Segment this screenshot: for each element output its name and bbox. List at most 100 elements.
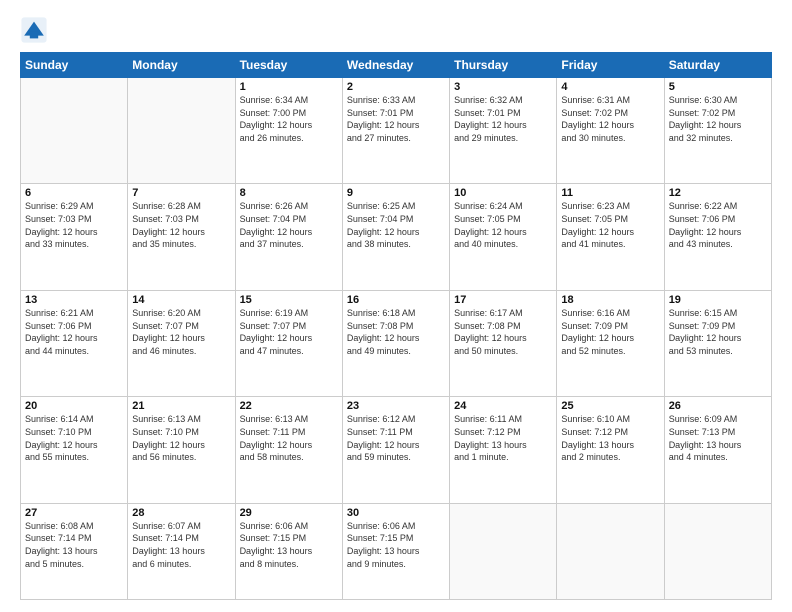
day-info: Sunrise: 6:24 AM Sunset: 7:05 PM Dayligh… (454, 200, 552, 250)
calendar-week-row: 1Sunrise: 6:34 AM Sunset: 7:00 PM Daylig… (21, 78, 772, 184)
day-info: Sunrise: 6:26 AM Sunset: 7:04 PM Dayligh… (240, 200, 338, 250)
day-number: 24 (454, 400, 552, 412)
day-number: 29 (240, 507, 338, 519)
calendar-cell: 4Sunrise: 6:31 AM Sunset: 7:02 PM Daylig… (557, 78, 664, 184)
day-number: 5 (669, 81, 767, 93)
calendar-cell: 29Sunrise: 6:06 AM Sunset: 7:15 PM Dayli… (235, 503, 342, 599)
calendar-cell: 11Sunrise: 6:23 AM Sunset: 7:05 PM Dayli… (557, 184, 664, 290)
calendar-cell: 3Sunrise: 6:32 AM Sunset: 7:01 PM Daylig… (450, 78, 557, 184)
day-number: 21 (132, 400, 230, 412)
calendar-cell: 25Sunrise: 6:10 AM Sunset: 7:12 PM Dayli… (557, 397, 664, 503)
day-info: Sunrise: 6:06 AM Sunset: 7:15 PM Dayligh… (240, 520, 338, 570)
day-number: 17 (454, 294, 552, 306)
day-info: Sunrise: 6:28 AM Sunset: 7:03 PM Dayligh… (132, 200, 230, 250)
day-info: Sunrise: 6:16 AM Sunset: 7:09 PM Dayligh… (561, 307, 659, 357)
day-number: 22 (240, 400, 338, 412)
day-number: 20 (25, 400, 123, 412)
calendar-cell: 9Sunrise: 6:25 AM Sunset: 7:04 PM Daylig… (342, 184, 449, 290)
calendar-cell: 6Sunrise: 6:29 AM Sunset: 7:03 PM Daylig… (21, 184, 128, 290)
day-info: Sunrise: 6:32 AM Sunset: 7:01 PM Dayligh… (454, 94, 552, 144)
calendar-cell (450, 503, 557, 599)
logo (20, 16, 52, 44)
calendar-cell: 5Sunrise: 6:30 AM Sunset: 7:02 PM Daylig… (664, 78, 771, 184)
calendar-cell: 2Sunrise: 6:33 AM Sunset: 7:01 PM Daylig… (342, 78, 449, 184)
calendar-cell (21, 78, 128, 184)
day-info: Sunrise: 6:21 AM Sunset: 7:06 PM Dayligh… (25, 307, 123, 357)
day-info: Sunrise: 6:13 AM Sunset: 7:10 PM Dayligh… (132, 413, 230, 463)
calendar-cell: 23Sunrise: 6:12 AM Sunset: 7:11 PM Dayli… (342, 397, 449, 503)
day-number: 7 (132, 187, 230, 199)
day-number: 3 (454, 81, 552, 93)
day-info: Sunrise: 6:19 AM Sunset: 7:07 PM Dayligh… (240, 307, 338, 357)
calendar-cell: 18Sunrise: 6:16 AM Sunset: 7:09 PM Dayli… (557, 290, 664, 396)
day-info: Sunrise: 6:22 AM Sunset: 7:06 PM Dayligh… (669, 200, 767, 250)
calendar-cell: 21Sunrise: 6:13 AM Sunset: 7:10 PM Dayli… (128, 397, 235, 503)
weekday-header-sunday: Sunday (21, 53, 128, 78)
calendar-cell (664, 503, 771, 599)
day-info: Sunrise: 6:07 AM Sunset: 7:14 PM Dayligh… (132, 520, 230, 570)
day-number: 13 (25, 294, 123, 306)
header (20, 16, 772, 44)
day-info: Sunrise: 6:25 AM Sunset: 7:04 PM Dayligh… (347, 200, 445, 250)
day-info: Sunrise: 6:06 AM Sunset: 7:15 PM Dayligh… (347, 520, 445, 570)
day-info: Sunrise: 6:23 AM Sunset: 7:05 PM Dayligh… (561, 200, 659, 250)
calendar-cell: 8Sunrise: 6:26 AM Sunset: 7:04 PM Daylig… (235, 184, 342, 290)
calendar-cell: 17Sunrise: 6:17 AM Sunset: 7:08 PM Dayli… (450, 290, 557, 396)
calendar-cell: 26Sunrise: 6:09 AM Sunset: 7:13 PM Dayli… (664, 397, 771, 503)
day-info: Sunrise: 6:34 AM Sunset: 7:00 PM Dayligh… (240, 94, 338, 144)
weekday-header-saturday: Saturday (664, 53, 771, 78)
calendar-cell: 20Sunrise: 6:14 AM Sunset: 7:10 PM Dayli… (21, 397, 128, 503)
day-number: 14 (132, 294, 230, 306)
day-number: 28 (132, 507, 230, 519)
day-info: Sunrise: 6:31 AM Sunset: 7:02 PM Dayligh… (561, 94, 659, 144)
calendar-week-row: 13Sunrise: 6:21 AM Sunset: 7:06 PM Dayli… (21, 290, 772, 396)
weekday-header-row: SundayMondayTuesdayWednesdayThursdayFrid… (21, 53, 772, 78)
calendar-cell: 15Sunrise: 6:19 AM Sunset: 7:07 PM Dayli… (235, 290, 342, 396)
day-info: Sunrise: 6:29 AM Sunset: 7:03 PM Dayligh… (25, 200, 123, 250)
calendar-table: SundayMondayTuesdayWednesdayThursdayFrid… (20, 52, 772, 600)
calendar-week-row: 20Sunrise: 6:14 AM Sunset: 7:10 PM Dayli… (21, 397, 772, 503)
weekday-header-wednesday: Wednesday (342, 53, 449, 78)
day-number: 26 (669, 400, 767, 412)
day-number: 10 (454, 187, 552, 199)
day-number: 2 (347, 81, 445, 93)
day-info: Sunrise: 6:15 AM Sunset: 7:09 PM Dayligh… (669, 307, 767, 357)
calendar-cell: 28Sunrise: 6:07 AM Sunset: 7:14 PM Dayli… (128, 503, 235, 599)
day-number: 27 (25, 507, 123, 519)
day-number: 1 (240, 81, 338, 93)
calendar-cell: 24Sunrise: 6:11 AM Sunset: 7:12 PM Dayli… (450, 397, 557, 503)
calendar-cell: 12Sunrise: 6:22 AM Sunset: 7:06 PM Dayli… (664, 184, 771, 290)
day-info: Sunrise: 6:17 AM Sunset: 7:08 PM Dayligh… (454, 307, 552, 357)
page: SundayMondayTuesdayWednesdayThursdayFrid… (0, 0, 792, 612)
weekday-header-tuesday: Tuesday (235, 53, 342, 78)
day-info: Sunrise: 6:09 AM Sunset: 7:13 PM Dayligh… (669, 413, 767, 463)
calendar-cell (128, 78, 235, 184)
day-number: 18 (561, 294, 659, 306)
calendar-cell: 14Sunrise: 6:20 AM Sunset: 7:07 PM Dayli… (128, 290, 235, 396)
day-number: 23 (347, 400, 445, 412)
day-number: 16 (347, 294, 445, 306)
logo-icon (20, 16, 48, 44)
calendar-cell: 1Sunrise: 6:34 AM Sunset: 7:00 PM Daylig… (235, 78, 342, 184)
weekday-header-friday: Friday (557, 53, 664, 78)
day-number: 11 (561, 187, 659, 199)
day-info: Sunrise: 6:20 AM Sunset: 7:07 PM Dayligh… (132, 307, 230, 357)
calendar-cell: 7Sunrise: 6:28 AM Sunset: 7:03 PM Daylig… (128, 184, 235, 290)
day-number: 9 (347, 187, 445, 199)
day-info: Sunrise: 6:13 AM Sunset: 7:11 PM Dayligh… (240, 413, 338, 463)
day-number: 4 (561, 81, 659, 93)
day-number: 15 (240, 294, 338, 306)
day-info: Sunrise: 6:12 AM Sunset: 7:11 PM Dayligh… (347, 413, 445, 463)
calendar-cell: 30Sunrise: 6:06 AM Sunset: 7:15 PM Dayli… (342, 503, 449, 599)
day-info: Sunrise: 6:10 AM Sunset: 7:12 PM Dayligh… (561, 413, 659, 463)
day-number: 8 (240, 187, 338, 199)
day-number: 12 (669, 187, 767, 199)
day-info: Sunrise: 6:30 AM Sunset: 7:02 PM Dayligh… (669, 94, 767, 144)
calendar-cell: 10Sunrise: 6:24 AM Sunset: 7:05 PM Dayli… (450, 184, 557, 290)
day-info: Sunrise: 6:11 AM Sunset: 7:12 PM Dayligh… (454, 413, 552, 463)
calendar-cell: 16Sunrise: 6:18 AM Sunset: 7:08 PM Dayli… (342, 290, 449, 396)
day-info: Sunrise: 6:08 AM Sunset: 7:14 PM Dayligh… (25, 520, 123, 570)
calendar-week-row: 27Sunrise: 6:08 AM Sunset: 7:14 PM Dayli… (21, 503, 772, 599)
weekday-header-thursday: Thursday (450, 53, 557, 78)
day-number: 30 (347, 507, 445, 519)
